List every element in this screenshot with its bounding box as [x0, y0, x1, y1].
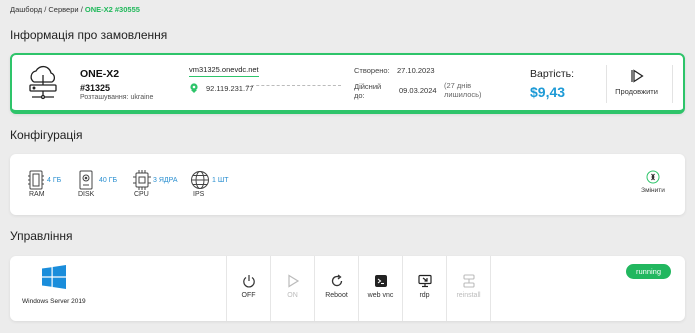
created-label: Створено:	[354, 66, 390, 75]
config-section-title: Конфігурація	[10, 128, 83, 142]
off-label: OFF	[241, 292, 256, 299]
monitor-icon	[417, 274, 432, 288]
server-name: ONE-X2	[80, 68, 120, 80]
ip-address: 92.119.231.77	[206, 84, 254, 93]
rdp-button[interactable]: rdp	[402, 256, 446, 321]
active-until-label: Дійсний до:	[354, 82, 382, 100]
rdp-label: rdp	[419, 292, 430, 299]
reinstall-icon	[462, 274, 475, 288]
management-section-title: Управління	[10, 229, 73, 243]
price-value: $9,43	[530, 84, 566, 100]
change-config-button[interactable]: Змінити	[632, 170, 674, 194]
active-until-date: 09.03.2024	[399, 86, 437, 95]
breadcrumb-dashboard[interactable]: Дашборд	[10, 5, 42, 14]
server-id: #31325	[80, 83, 111, 93]
globe-icon	[191, 171, 209, 189]
reinstall-label: reinstall	[456, 292, 481, 299]
disk-value: 40 ГБ	[99, 177, 118, 184]
reboot-label: Reboot	[325, 292, 348, 299]
breadcrumb-separator: /	[80, 5, 83, 14]
on-label: ON	[287, 292, 298, 299]
status-badge: running	[626, 264, 672, 279]
disk-name: DISK	[78, 191, 95, 198]
reboot-button[interactable]: Reboot	[314, 256, 358, 321]
cpu-icon	[133, 170, 151, 190]
breadcrumb: Дашборд / Сервери / ONE-X2 #30555	[10, 5, 140, 14]
management-card: Windows Server 2019 OFF ON Reboot web vn…	[10, 256, 685, 321]
config-card: 4 ГБ RAM 40 ГБ DISK 3 ЯДРА CPU 1 ШТ IPS …	[10, 154, 685, 215]
order-card: ONE-X2 #31325 Розташування: ukraine vm31…	[10, 53, 685, 114]
ram-name: RAM	[29, 191, 45, 198]
disk-icon	[79, 170, 93, 190]
change-icon	[646, 170, 660, 184]
cpu-name: CPU	[134, 191, 149, 198]
renew-label: Продовжити	[615, 87, 658, 96]
power-icon	[242, 275, 255, 288]
on-button[interactable]: ON	[270, 256, 314, 321]
ram-icon	[28, 170, 44, 190]
renew-button[interactable]: Продовжити	[606, 65, 666, 103]
breadcrumb-current: ONE-X2 #30555	[84, 5, 140, 14]
server-location: Розташування: ukraine	[80, 94, 154, 101]
created-date: 27.10.2023	[397, 66, 435, 75]
play-icon	[630, 69, 644, 83]
divider	[672, 65, 673, 103]
ips-name: IPS	[193, 191, 205, 198]
web-vnc-label: web vnc	[367, 292, 394, 299]
hostname-link[interactable]: vm31325.onevdc.net	[189, 65, 259, 77]
cloud-server-icon	[29, 65, 57, 100]
days-left: (27 днів лишилось)	[444, 81, 482, 99]
os-name: Windows Server 2019	[22, 298, 86, 305]
breadcrumb-servers[interactable]: Сервери	[48, 5, 78, 14]
reboot-icon	[331, 274, 342, 287]
cpu-value: 3 ЯДРА	[153, 177, 178, 184]
web-vnc-button[interactable]: web vnc	[358, 256, 402, 321]
off-button[interactable]: OFF	[226, 256, 270, 321]
reinstall-button[interactable]: reinstall	[446, 256, 490, 321]
price-label: Вартість:	[530, 68, 575, 80]
location-pin-icon	[190, 83, 198, 93]
divider	[246, 85, 341, 86]
divider	[490, 256, 491, 321]
ram-value: 4 ГБ	[47, 177, 62, 184]
change-config-label: Змінити	[641, 187, 665, 194]
ips-value: 1 ШТ	[212, 177, 229, 184]
terminal-icon	[374, 275, 387, 287]
play-icon	[287, 274, 299, 288]
breadcrumb-separator: /	[44, 5, 47, 14]
windows-logo-icon	[42, 265, 66, 289]
order-section-title: Інформація про замовлення	[10, 28, 168, 42]
